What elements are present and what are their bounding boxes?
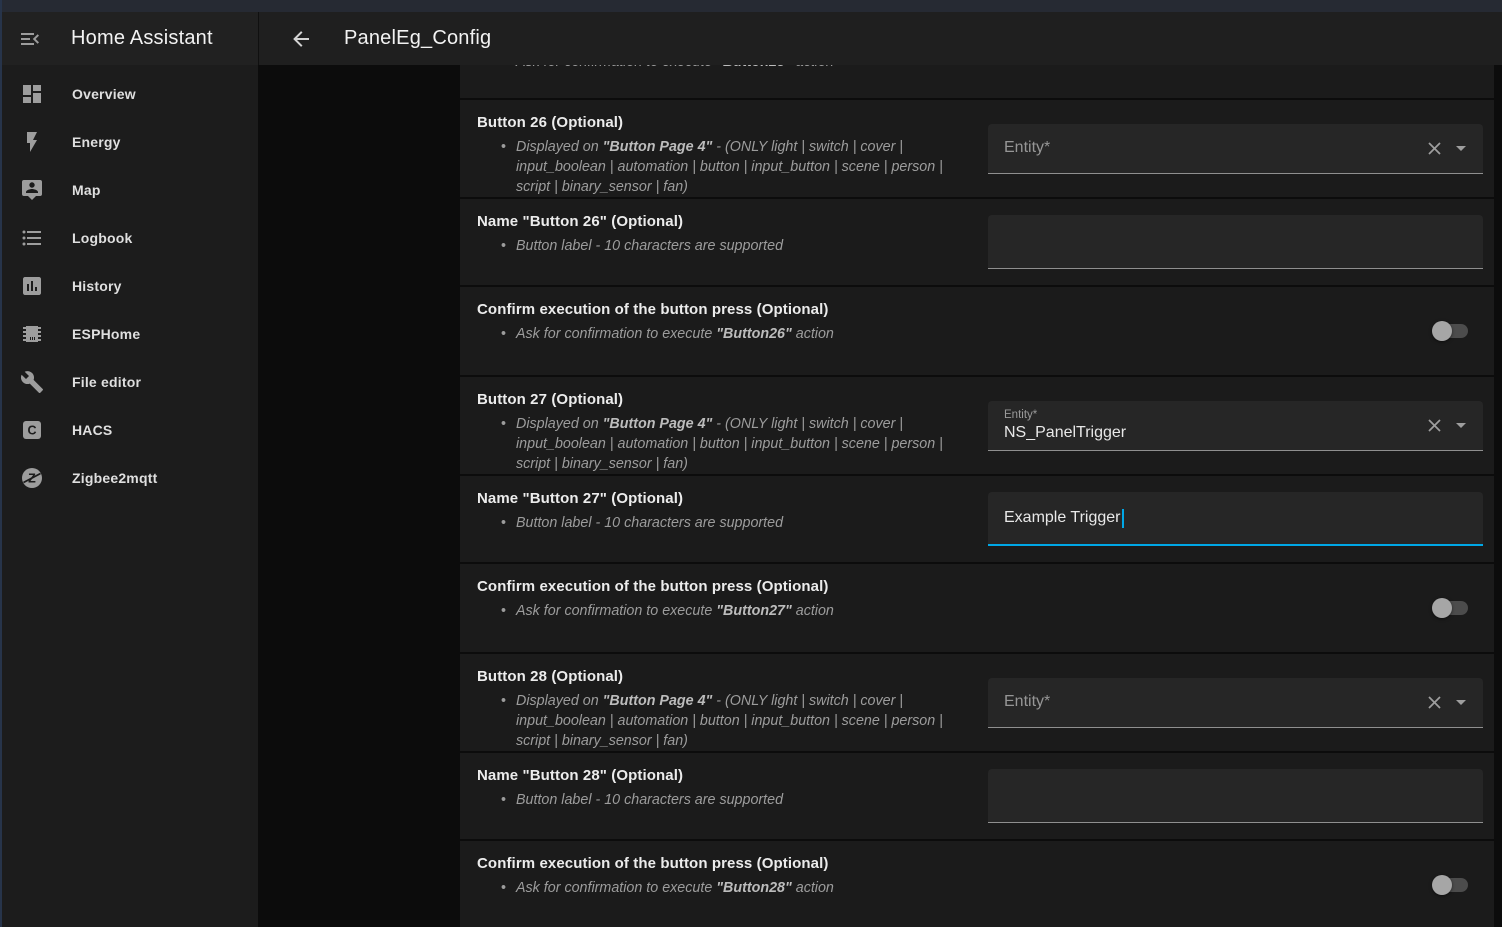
name-input-button-28[interactable]: [988, 769, 1483, 823]
sidebar-item-logbook[interactable]: Logbook: [0, 214, 258, 262]
sidebar-item-hacs[interactable]: C HACS: [0, 406, 258, 454]
name-input-button-27[interactable]: Example Trigger: [988, 492, 1483, 546]
entity-label: Entity*: [1004, 693, 1050, 711]
page-title: PanelEg_Config: [344, 27, 491, 50]
sidebar-item-energy[interactable]: Energy: [0, 118, 258, 166]
format-list-bulleted-icon: [20, 226, 44, 250]
sidebar-item-label: HACS: [72, 422, 112, 438]
window-left-edge: [0, 0, 2, 927]
entity-combobox-button-26[interactable]: Entity*: [988, 124, 1483, 174]
chevron-down-icon[interactable]: [1449, 413, 1473, 437]
field-title: Confirm execution of the button press (O…: [477, 855, 976, 872]
chevron-down-icon[interactable]: [1449, 136, 1473, 160]
form-row-button-28: Button 28 (Optional) Displayed on "Butto…: [460, 654, 1494, 751]
view-dashboard-icon: [20, 82, 44, 106]
form-row-confirm-button-27: Confirm execution of the button press (O…: [460, 564, 1494, 652]
entity-combobox-button-27[interactable]: Entity* NS_PanelTrigger: [988, 401, 1483, 451]
app-title: Home Assistant: [71, 27, 213, 50]
lightning-bolt-icon: [20, 130, 44, 154]
field-description: Ask for confirmation to execute "Button2…: [477, 601, 976, 621]
field-title: Confirm execution of the button press (O…: [477, 578, 976, 595]
clear-icon[interactable]: [1424, 415, 1445, 436]
entity-value: NS_PanelTrigger: [1004, 424, 1126, 442]
clear-icon[interactable]: [1424, 692, 1445, 713]
field-description: Button label - 10 characters are support…: [477, 513, 976, 533]
form-row-confirm-button-28: Confirm execution of the button press (O…: [460, 841, 1494, 927]
entity-combobox-button-28[interactable]: Entity*: [988, 678, 1483, 728]
sidebar-nav: Overview Energy Map Logbook History: [0, 65, 258, 502]
chevron-down-icon[interactable]: [1449, 690, 1473, 714]
field-title: Confirm execution of the button press (O…: [477, 301, 976, 318]
form-row-button-27: Button 27 (Optional) Displayed on "Butto…: [460, 377, 1494, 474]
chip-icon: [20, 322, 44, 346]
svg-text:C: C: [27, 424, 36, 438]
field-description: Ask for confirmation to execute "Button2…: [477, 324, 976, 344]
wrench-icon: [20, 370, 44, 394]
field-description: Button label - 10 characters are support…: [477, 236, 976, 256]
confirm-toggle-button-28[interactable]: [1432, 874, 1469, 896]
sidebar-item-file-editor[interactable]: File editor: [0, 358, 258, 406]
sidebar-item-label: Logbook: [72, 230, 133, 246]
form-row-confirm-button25-clipped: Ask for confirmation to execute "Button2…: [460, 65, 1494, 98]
confirm-description: Ask for confirmation to execute "Button2…: [477, 65, 1456, 72]
hacs-icon: C: [20, 418, 44, 442]
entity-label: Entity*: [1004, 139, 1050, 157]
config-form: Ask for confirmation to execute "Button2…: [460, 65, 1494, 927]
field-title: Button 28 (Optional): [477, 668, 976, 685]
name-input-button-26[interactable]: [988, 215, 1483, 269]
field-title: Name "Button 26" (Optional): [477, 213, 976, 230]
sidebar-item-overview[interactable]: Overview: [0, 70, 258, 118]
text-cursor: [1122, 509, 1124, 528]
chart-box-icon: [20, 274, 44, 298]
page-header: PanelEg_Config: [258, 12, 1502, 65]
tooltip-account-icon: [20, 178, 44, 202]
sidebar-header: Home Assistant: [0, 12, 258, 65]
form-row-name-button-26: Name "Button 26" (Optional) Button label…: [460, 199, 1494, 285]
field-title: Name "Button 27" (Optional): [477, 490, 976, 507]
sidebar-item-label: Map: [72, 182, 101, 198]
sidebar: Home Assistant Overview Energy Map Logbo…: [0, 12, 258, 927]
field-title: Button 27 (Optional): [477, 391, 976, 408]
form-row-confirm-button-26: Confirm execution of the button press (O…: [460, 287, 1494, 375]
toggle-knob: [1432, 598, 1452, 618]
field-description: Displayed on "Button Page 4" - (ONLY lig…: [477, 137, 976, 197]
field-description: Displayed on "Button Page 4" - (ONLY lig…: [477, 691, 976, 751]
form-row-name-button-27: Name "Button 27" (Optional) Button label…: [460, 476, 1494, 562]
window-top-strip: [0, 0, 1502, 12]
field-title: Button 26 (Optional): [477, 114, 976, 131]
field-description: Displayed on "Button Page 4" - (ONLY lig…: [477, 414, 976, 474]
sidebar-item-label: Energy: [72, 134, 121, 150]
sidebar-item-esphome[interactable]: ESPHome: [0, 310, 258, 358]
menu-open-icon[interactable]: [18, 27, 42, 51]
toggle-knob: [1432, 875, 1452, 895]
sidebar-item-label: File editor: [72, 374, 141, 390]
sidebar-item-label: Overview: [72, 86, 136, 102]
sidebar-item-label: History: [72, 278, 122, 294]
entity-label: Entity*: [1004, 409, 1126, 421]
clear-icon[interactable]: [1424, 138, 1445, 159]
sidebar-item-history[interactable]: History: [0, 262, 258, 310]
sidebar-item-map[interactable]: Map: [0, 166, 258, 214]
field-title: Name "Button 28" (Optional): [477, 767, 976, 784]
form-row-button-26: Button 26 (Optional) Displayed on "Butto…: [460, 100, 1494, 197]
back-arrow-icon[interactable]: [289, 27, 313, 51]
confirm-toggle-button-26[interactable]: [1432, 320, 1469, 342]
zigbee2mqtt-icon: Z: [20, 466, 44, 490]
input-value: Example Trigger: [1004, 509, 1121, 527]
toggle-knob: [1432, 321, 1452, 341]
field-description: Ask for confirmation to execute "Button2…: [477, 878, 976, 898]
sidebar-item-label: Zigbee2mqtt: [72, 470, 157, 486]
field-description: Button label - 10 characters are support…: [477, 790, 976, 810]
form-row-name-button-28: Name "Button 28" (Optional) Button label…: [460, 753, 1494, 839]
sidebar-item-zigbee2mqtt[interactable]: Z Zigbee2mqtt: [0, 454, 258, 502]
sidebar-item-label: ESPHome: [72, 326, 140, 342]
config-scroll-area[interactable]: Ask for confirmation to execute "Button2…: [258, 65, 1502, 927]
confirm-toggle-button-27[interactable]: [1432, 597, 1469, 619]
